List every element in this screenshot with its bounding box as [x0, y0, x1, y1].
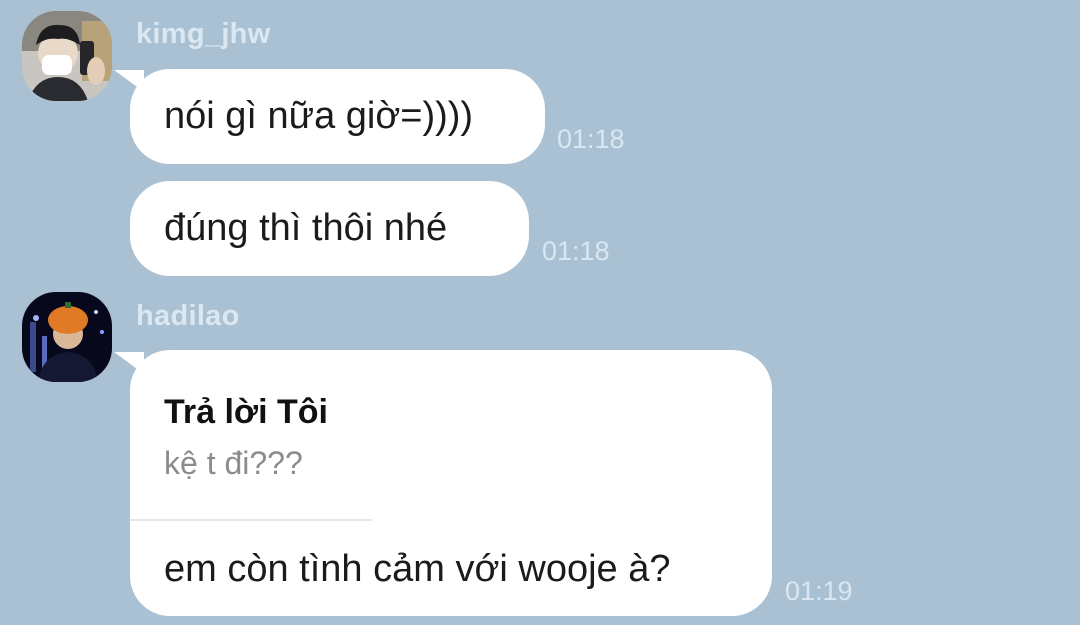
- reply-message-bubble[interactable]: Trả lời Tôi kệ t đi??? em còn tình cảm v…: [130, 350, 772, 616]
- message-time: 01:18: [542, 236, 610, 266]
- message-bubble[interactable]: nói gì nữa giờ=)))): [130, 69, 545, 164]
- sender-name: hadilao: [136, 300, 240, 332]
- message-bubble[interactable]: đúng thì thôi nhé: [130, 181, 529, 276]
- message-text: em còn tình cảm với wooje à?: [164, 548, 671, 590]
- avatar-hadilao[interactable]: [22, 292, 112, 382]
- reply-quoted-text[interactable]: kệ t đi???: [164, 445, 303, 482]
- reply-divider: [130, 519, 372, 521]
- message-time: 01:18: [557, 124, 625, 154]
- message-text: đúng thì thôi nhé: [164, 207, 448, 249]
- sender-name: kimg_jhw: [136, 18, 271, 50]
- reply-title: Trả lời Tôi: [164, 393, 328, 431]
- avatar-kimg-jhw[interactable]: [22, 11, 112, 101]
- message-time: 01:19: [785, 576, 853, 606]
- message-text: nói gì nữa giờ=)))): [164, 95, 474, 137]
